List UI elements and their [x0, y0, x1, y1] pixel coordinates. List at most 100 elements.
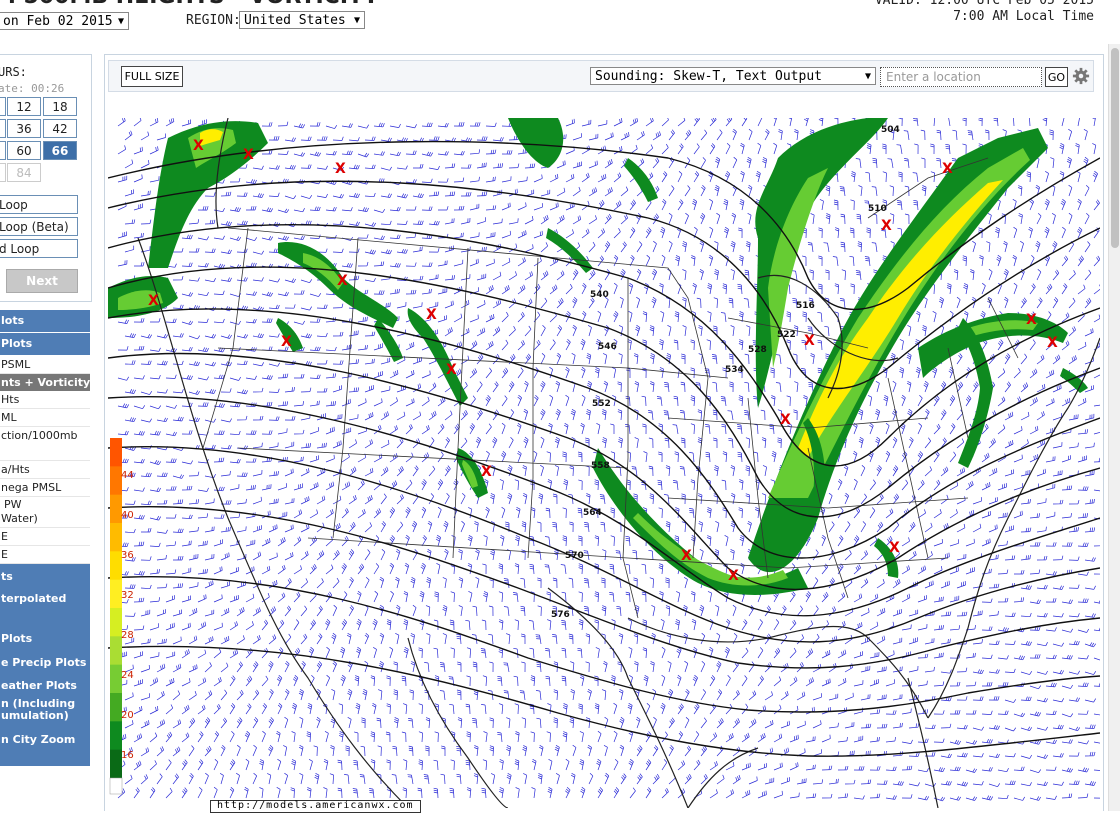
model-run-select[interactable]: on Feb 02 2015 ▼ — [0, 12, 129, 30]
wind-barb — [690, 479, 696, 491]
plot-category[interactable]: n City Zoom — [0, 726, 90, 766]
wind-barb — [220, 277, 232, 282]
wind-barb — [316, 248, 328, 253]
hour-button-42[interactable]: 42 — [43, 119, 77, 138]
plot-item[interactable]: nega PMSL — [0, 479, 90, 497]
plot-category[interactable]: terpolated — [0, 590, 90, 626]
wind-barb — [933, 767, 945, 772]
wind-barb — [860, 578, 869, 589]
hour-button-36[interactable]: 36 — [7, 119, 41, 138]
wind-barb — [124, 720, 134, 729]
wind-barb — [268, 388, 280, 393]
wind-barb — [1077, 198, 1082, 211]
plot-category[interactable]: umulation) — [0, 710, 90, 726]
wind-barb — [565, 339, 571, 351]
wind-barb — [277, 121, 289, 127]
wind-barb — [997, 794, 1009, 800]
plot-item[interactable]: PW — [0, 497, 90, 512]
wind-barb — [764, 720, 774, 729]
wind-barb — [424, 662, 430, 673]
hour-button-12[interactable]: 12 — [7, 97, 41, 116]
plot-item[interactable]: Water) — [0, 512, 90, 528]
wind-barb — [581, 119, 592, 127]
wind-barb — [924, 437, 931, 449]
wind-barb — [693, 703, 700, 715]
scrollbar-thumb[interactable] — [1111, 48, 1119, 248]
wind-barb — [213, 235, 225, 240]
hour-button[interactable] — [0, 119, 6, 138]
wind-barb — [293, 152, 306, 157]
wind-barb — [277, 401, 289, 407]
wind-barb — [1068, 297, 1076, 309]
wind-barb — [828, 778, 839, 785]
hour-button-60[interactable]: 60 — [7, 141, 41, 160]
hour-button[interactable] — [0, 141, 6, 160]
wind-barb — [1084, 724, 1096, 729]
region-select[interactable]: United States ▼ — [239, 11, 365, 29]
wind-barb — [720, 396, 727, 407]
wind-barb — [965, 538, 975, 547]
wind-barb — [476, 353, 484, 365]
location-input[interactable] — [880, 67, 1042, 87]
wind-barb — [649, 325, 655, 337]
wind-barb — [460, 410, 468, 421]
wind-barb — [149, 760, 157, 771]
plot-item[interactable]: ML — [0, 409, 90, 427]
wind-barb — [1093, 741, 1100, 744]
plot-category[interactable]: n (Including — [0, 697, 90, 710]
wind-barb — [821, 591, 829, 603]
wind-barb — [373, 398, 383, 407]
wind-barb — [562, 451, 567, 463]
wind-barb — [294, 374, 305, 379]
plot-category[interactable]: lots — [0, 310, 90, 332]
wind-barb — [620, 186, 629, 197]
loop-beta-button[interactable]: Loop (Beta) — [0, 217, 78, 236]
next-button[interactable]: Next — [6, 269, 78, 293]
plot-item[interactable]: E — [0, 528, 90, 546]
wind-barb — [794, 129, 799, 141]
vorticity-max-marker: X — [681, 548, 692, 564]
plot-item[interactable]: PSML — [0, 356, 90, 374]
plot-item[interactable]: ction/1000mb — [0, 427, 90, 461]
state-border — [692, 377, 709, 559]
wind-barb — [508, 218, 519, 225]
wind-barb — [757, 142, 762, 155]
plot-category[interactable]: Plots — [0, 626, 90, 651]
gear-icon[interactable] — [1072, 66, 1090, 86]
plot-item[interactable]: E — [0, 546, 90, 564]
hour-button-66-active[interactable]: 66 — [43, 141, 77, 160]
hour-button-18[interactable]: 18 — [43, 97, 77, 116]
model-run-value: on Feb 02 2015 — [3, 14, 113, 29]
wind-barb — [133, 651, 143, 659]
wind-barb — [1093, 545, 1100, 547]
forecast-hours-panel: URS: ate: 00:26 12 18 36 42 60 66 84 Loo… — [0, 54, 92, 302]
go-button[interactable]: GO — [1045, 67, 1068, 87]
plot-item[interactable]: Hts — [0, 391, 90, 409]
wind-barb — [197, 787, 203, 799]
wind-barb — [149, 347, 161, 352]
wind-barb — [246, 206, 257, 211]
weather-map[interactable]: 504 510 516 522 528 534 540 546 552 558 564 570 576 … — [108, 118, 1100, 808]
full-size-button[interactable]: FULL SIZE — [121, 66, 183, 87]
wind-barb — [172, 333, 184, 338]
plot-category[interactable]: e Precip Plots — [0, 651, 90, 674]
wind-barb — [700, 660, 706, 673]
plot-category[interactable]: Plots — [0, 333, 90, 355]
scrollbar[interactable] — [1108, 44, 1120, 811]
wind-barb — [1004, 753, 1016, 758]
loop-button[interactable]: Loop — [0, 195, 78, 214]
wind-barb — [1066, 157, 1072, 169]
coastline-segment — [627, 617, 929, 719]
wind-barb — [594, 367, 600, 379]
sounding-select[interactable]: Sounding: Skew-T, Text Output ▼ — [590, 67, 876, 85]
hour-button[interactable] — [0, 97, 6, 116]
plot-category[interactable]: ts — [0, 564, 90, 590]
wind-barb — [316, 332, 328, 338]
dual-loop-button[interactable]: d Loop — [0, 239, 78, 258]
wind-barb — [572, 324, 577, 337]
wind-barb — [666, 633, 672, 645]
plot-item[interactable]: a/Hts — [0, 461, 90, 479]
plot-category[interactable]: eather Plots — [0, 674, 90, 697]
wind-barb — [220, 745, 226, 757]
plot-item-active[interactable]: nts + Vorticity — [0, 374, 90, 391]
